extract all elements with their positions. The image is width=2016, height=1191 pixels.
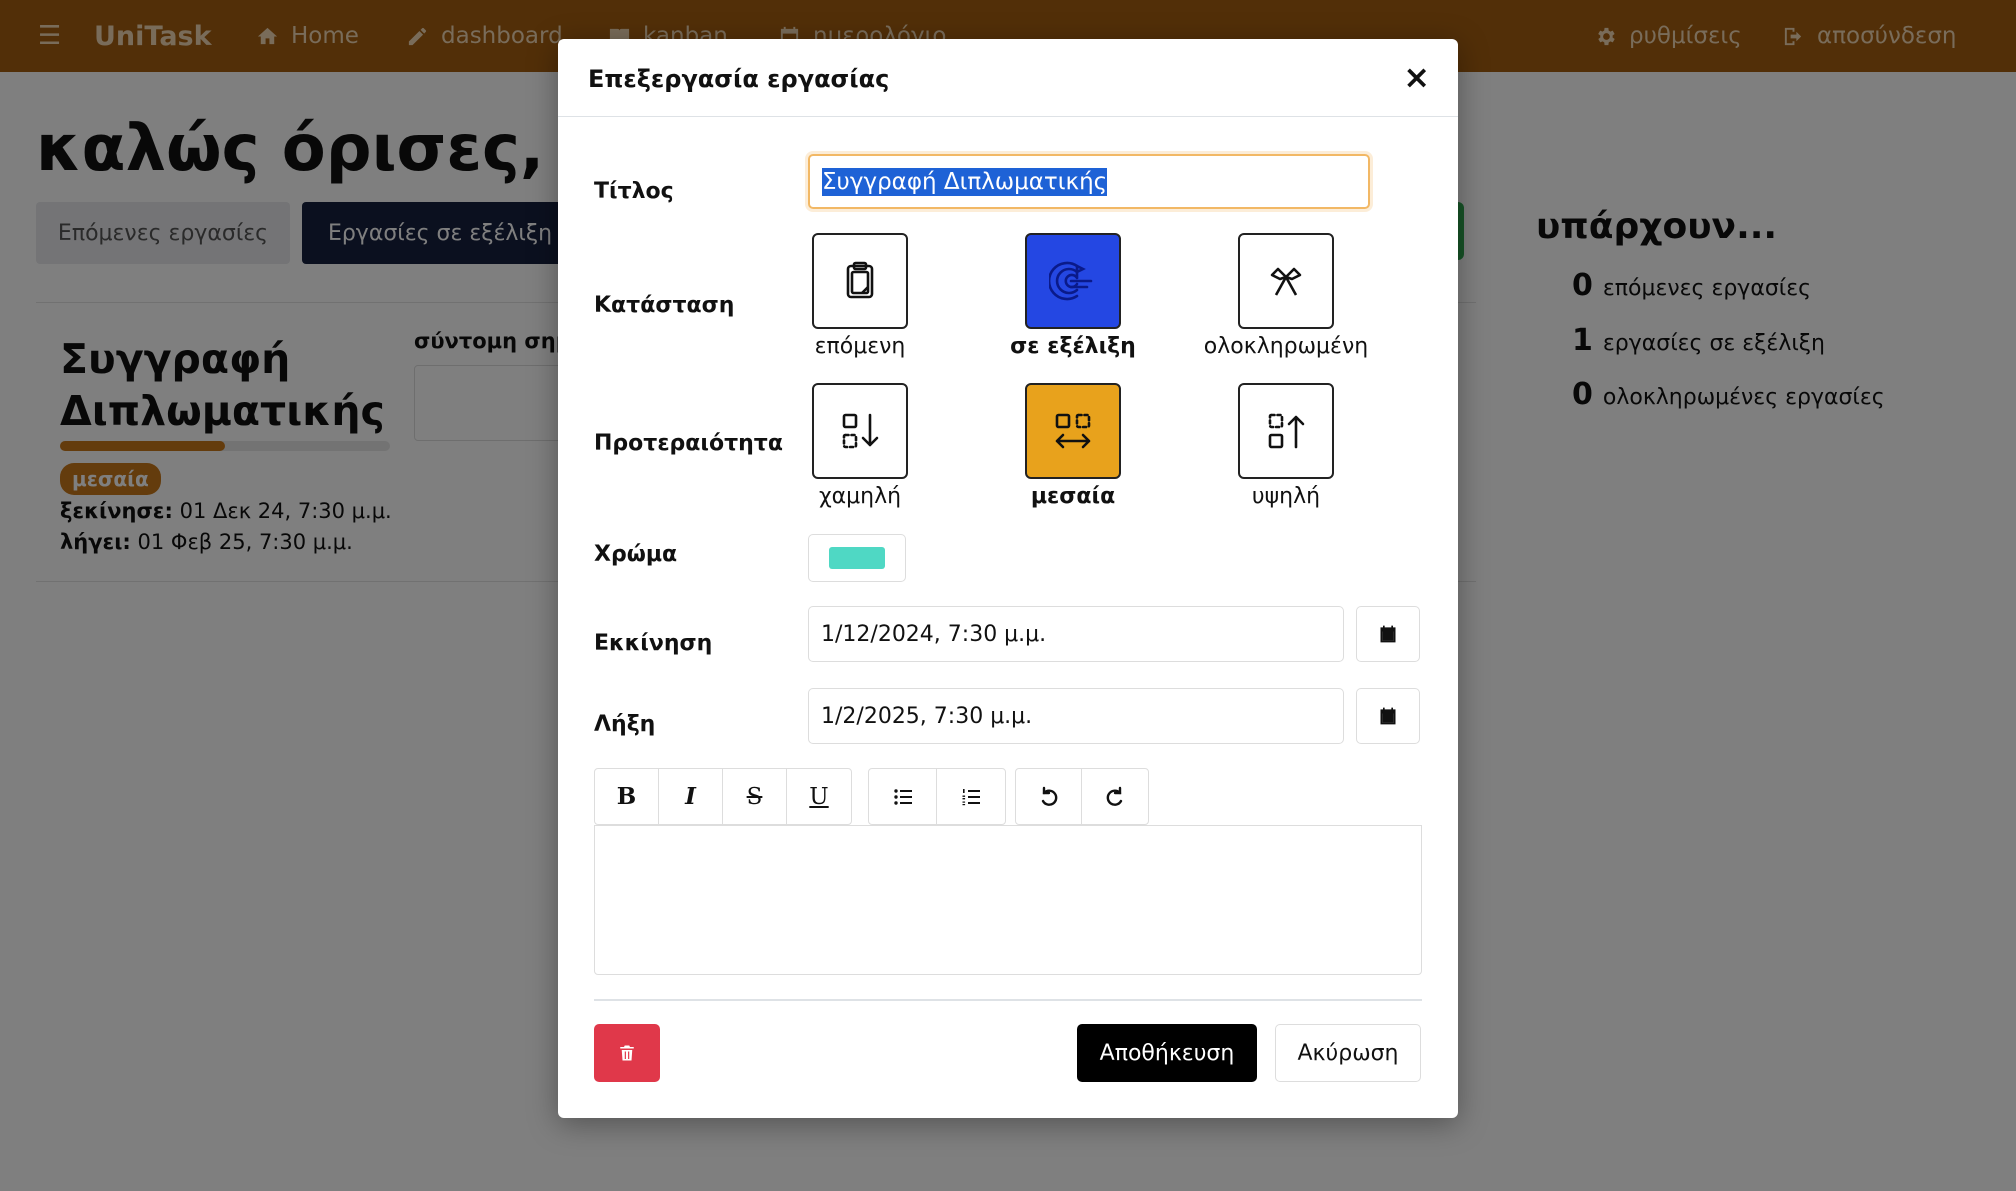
calendar-icon <box>1380 625 1396 643</box>
priority-option-high-label: υψηλή <box>1251 484 1321 509</box>
priority-option-high[interactable]: υψηλή <box>1196 383 1376 509</box>
color-label: Χρώμα <box>594 542 678 567</box>
modal-header: Επεξεργασία εργασίας × <box>558 39 1458 117</box>
delete-button[interactable] <box>594 1024 660 1082</box>
trash-icon <box>620 1045 634 1061</box>
bullet-list-button[interactable] <box>869 769 937 824</box>
title-label: Τίτλος <box>594 179 674 204</box>
priority-option-low[interactable]: χαμηλή <box>770 383 950 509</box>
redo-button[interactable] <box>1082 769 1148 824</box>
status-option-next[interactable]: επόμενη <box>770 233 950 359</box>
history-toolbar-group <box>1015 768 1149 825</box>
list-toolbar-group <box>868 768 1006 825</box>
strikethrough-button[interactable]: S <box>723 769 787 824</box>
save-button[interactable]: Αποθήκευση <box>1077 1024 1257 1082</box>
italic-button[interactable]: I <box>659 769 723 824</box>
priority-label: Προτεραιότητα <box>594 431 783 456</box>
ordered-list-button[interactable] <box>937 769 1005 824</box>
status-label: Κατάσταση <box>594 293 735 318</box>
status-option-next-box[interactable] <box>812 233 908 329</box>
modal-title: Επεξεργασία εργασίας <box>588 65 890 93</box>
progress-icon <box>1049 261 1093 301</box>
end-calendar-button[interactable] <box>1356 688 1420 744</box>
format-toolbar-group: B I S U <box>594 768 852 825</box>
status-option-in-progress-label: σε εξέλιξη <box>1010 334 1136 359</box>
status-option-next-label: επόμενη <box>814 334 906 359</box>
priority-option-medium-box[interactable] <box>1025 383 1121 479</box>
color-picker[interactable] <box>808 534 906 582</box>
priority-low-icon <box>842 413 879 449</box>
start-label: Εκκίνηση <box>594 631 713 656</box>
priority-medium-icon <box>1055 413 1091 449</box>
end-label: Λήξη <box>594 712 656 737</box>
finish-flags-icon <box>1270 267 1302 296</box>
priority-option-low-box[interactable] <box>812 383 908 479</box>
undo-button[interactable] <box>1016 769 1082 824</box>
start-date-input[interactable]: 1/12/2024, 7:30 μ.μ. <box>808 606 1344 662</box>
bullet-list-icon <box>893 788 912 805</box>
end-date-input[interactable]: 1/2/2025, 7:30 μ.μ. <box>808 688 1344 744</box>
edit-task-modal: Επεξεργασία εργασίας × Τίτλος Συγγραφή Δ… <box>558 39 1458 1118</box>
status-option-completed-box[interactable] <box>1238 233 1334 329</box>
color-swatch <box>829 547 885 569</box>
cancel-button[interactable]: Ακύρωση <box>1275 1024 1421 1082</box>
underline-button[interactable]: U <box>787 769 851 824</box>
calendar-icon <box>1380 707 1396 725</box>
ordered-list-icon <box>962 788 980 805</box>
status-option-in-progress[interactable]: σε εξέλιξη <box>983 233 1163 359</box>
close-icon[interactable]: × <box>1403 57 1430 97</box>
priority-option-low-label: χαμηλή <box>818 484 902 509</box>
priority-option-medium-label: μεσαία <box>1030 484 1116 509</box>
footer-separator <box>594 999 1422 1001</box>
clipboard-icon <box>846 261 874 299</box>
bold-button[interactable]: B <box>595 769 659 824</box>
undo-icon <box>1041 786 1057 806</box>
title-input-value: Συγγραφή Διπλωματικής <box>822 167 1108 196</box>
priority-option-high-box[interactable] <box>1238 383 1334 479</box>
status-option-completed-label: ολοκληρωμένη <box>1203 334 1369 359</box>
start-calendar-button[interactable] <box>1356 606 1420 662</box>
status-option-completed[interactable]: ολοκληρωμένη <box>1196 233 1376 359</box>
status-option-in-progress-box[interactable] <box>1025 233 1121 329</box>
title-input[interactable]: Συγγραφή Διπλωματικής <box>808 154 1370 209</box>
priority-option-medium[interactable]: μεσαία <box>983 383 1163 509</box>
description-editor[interactable] <box>594 825 1422 975</box>
priority-high-icon <box>1268 413 1305 449</box>
redo-icon <box>1106 786 1123 806</box>
